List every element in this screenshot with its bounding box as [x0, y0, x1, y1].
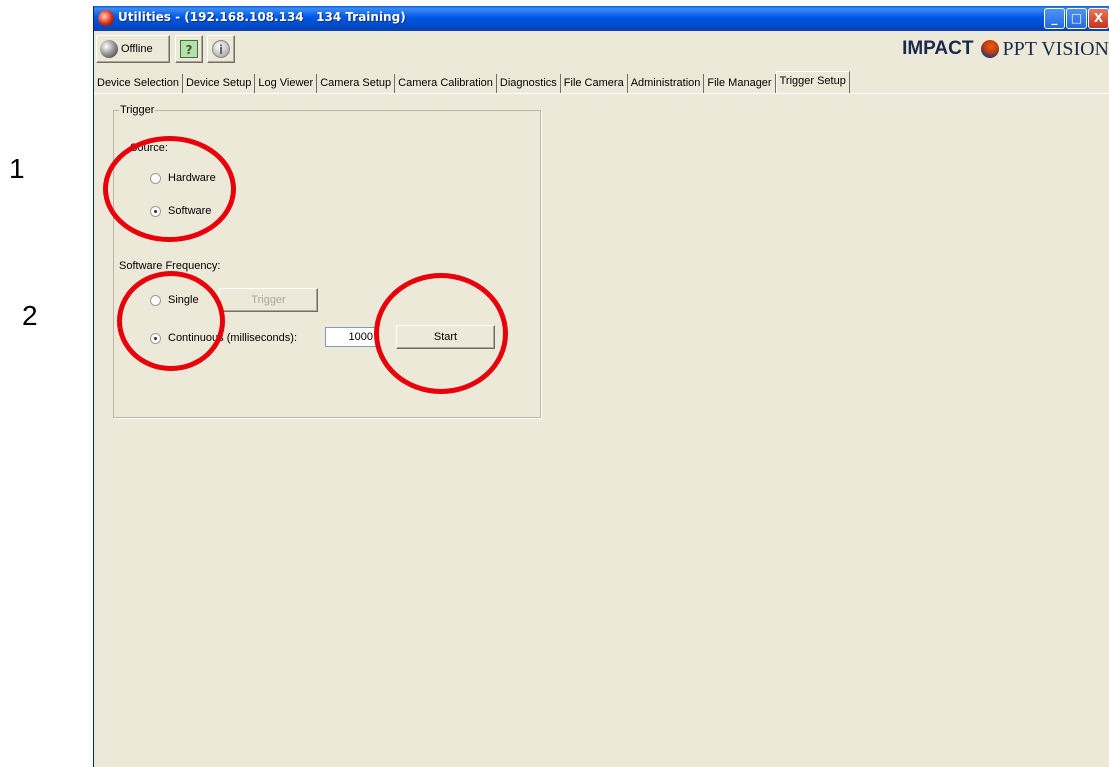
offline-label: Offline	[121, 43, 153, 55]
app-icon[interactable]	[98, 10, 114, 26]
software-radio[interactable]	[150, 206, 161, 217]
software-label[interactable]: Software	[168, 205, 211, 217]
tab-trigger-setup[interactable]: Trigger Setup	[775, 71, 850, 93]
maximize-button[interactable]: □	[1066, 8, 1087, 29]
offline-status-icon	[100, 40, 118, 58]
minimize-button[interactable]: _	[1044, 8, 1065, 29]
window-title: Utilities - (192.168.108.134 134 Trainin…	[118, 10, 406, 24]
info-button[interactable]: i	[207, 35, 235, 63]
help-button[interactable]: ?	[175, 35, 203, 63]
trigger-group: Trigger Source: Hardware Software Softwa…	[113, 104, 541, 418]
software-frequency-label: Software Frequency:	[119, 260, 221, 272]
tab-bar: Device Selection Device Setup Log Viewer…	[94, 71, 850, 93]
tab-panel-divider	[94, 93, 1109, 94]
tab-file-camera[interactable]: File Camera	[561, 74, 628, 93]
annotation-number-2: 2	[22, 300, 38, 331]
tab-device-selection[interactable]: Device Selection	[94, 74, 183, 93]
tab-log-viewer[interactable]: Log Viewer	[255, 74, 318, 93]
start-button[interactable]: Start	[396, 325, 495, 349]
single-radio[interactable]	[150, 295, 161, 306]
tab-diagnostics[interactable]: Diagnostics	[497, 74, 561, 93]
utilities-window: Utilities - (192.168.108.134 134 Trainin…	[93, 6, 1109, 767]
annotation-number-1: 1	[9, 153, 25, 184]
tab-administration[interactable]: Administration	[628, 74, 705, 93]
continuous-interval-input[interactable]: 1000	[325, 327, 377, 347]
continuous-label[interactable]: Continuous (milliseconds):	[168, 332, 297, 344]
single-label[interactable]: Single	[168, 294, 199, 306]
brand-ppt-text: PPT VISION	[1002, 37, 1109, 60]
offline-button[interactable]: Offline	[96, 35, 170, 63]
source-label: Source:	[130, 142, 168, 154]
hardware-label[interactable]: Hardware	[168, 172, 216, 184]
close-button[interactable]: X	[1088, 8, 1109, 29]
toolbar: Offline ? i IMPACT PPT VISION	[94, 33, 1109, 65]
tab-camera-setup[interactable]: Camera Setup	[317, 74, 396, 93]
brand-impact-text: IMPACT	[902, 38, 974, 59]
tab-camera-calibration[interactable]: Camera Calibration	[395, 74, 497, 93]
help-icon: ?	[180, 40, 198, 58]
trigger-button[interactable]: Trigger	[219, 288, 318, 312]
tab-file-manager[interactable]: File Manager	[704, 74, 776, 93]
continuous-radio[interactable]	[150, 333, 161, 344]
hardware-radio[interactable]	[150, 173, 161, 184]
trigger-group-title: Trigger	[119, 104, 156, 116]
globe-icon	[981, 40, 1000, 58]
brand-logo: IMPACT PPT VISION	[902, 36, 1109, 62]
title-bar[interactable]: Utilities - (192.168.108.134 134 Trainin…	[94, 6, 1109, 31]
info-icon: i	[212, 40, 230, 58]
tab-device-setup[interactable]: Device Setup	[183, 74, 256, 93]
